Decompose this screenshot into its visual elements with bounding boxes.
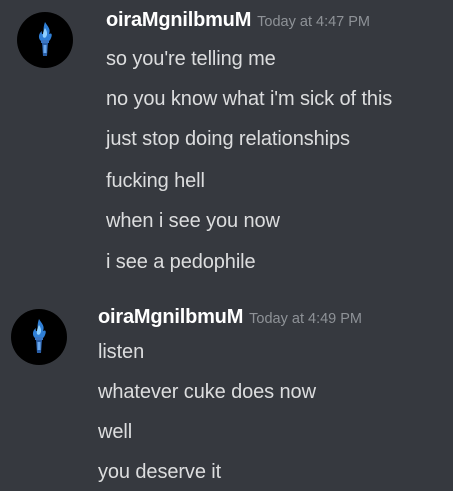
message-line: listen	[98, 341, 145, 363]
message-line: well	[98, 421, 133, 443]
username[interactable]: oiraMgnilbmuM	[98, 306, 243, 328]
avatar[interactable]	[11, 309, 67, 365]
message-line: whatever cuke does now	[98, 381, 316, 403]
message-group-2: oiraMgnilbmuM Today at 4:49 PM listen wha…	[0, 0, 453, 491]
message-header: oiraMgnilbmuM Today at 4:49 PM	[98, 306, 362, 329]
message-line: you deserve it	[98, 461, 222, 483]
timestamp[interactable]: Today at 4:49 PM	[249, 311, 362, 327]
blue-flame-torch-icon	[32, 319, 46, 353]
